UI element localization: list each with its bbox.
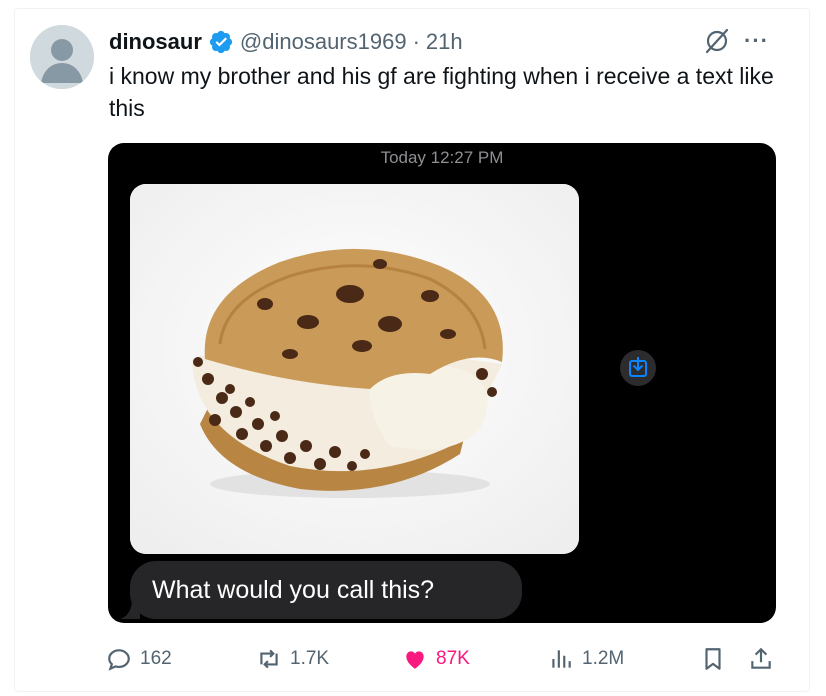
display-name[interactable]: dinosaur xyxy=(109,29,202,55)
timestamp[interactable]: 21h xyxy=(426,29,463,55)
share-icon[interactable] xyxy=(748,646,774,672)
reply-button[interactable]: 162 xyxy=(106,642,172,676)
more-icon[interactable]: ··· xyxy=(744,28,774,53)
repost-count: 1.7K xyxy=(290,648,330,669)
save-to-photos-button[interactable] xyxy=(620,350,656,386)
reply-count: 162 xyxy=(140,648,172,669)
grok-icon[interactable] xyxy=(702,26,732,56)
views-icon xyxy=(552,650,571,668)
repost-button[interactable]: 1.7K xyxy=(256,642,329,676)
bookmark-icon[interactable] xyxy=(700,646,726,672)
message-bubble: What would you call this? xyxy=(130,561,522,619)
separator: · xyxy=(412,29,420,54)
like-icon xyxy=(406,651,424,669)
tweet-text: i know my brother and his gf are fightin… xyxy=(109,63,774,121)
tweet-header: dinosaur @dinosaurs1969 · 21h xyxy=(109,26,463,58)
avatar[interactable] xyxy=(30,25,94,89)
message-timestamp: Today 12:27 PM xyxy=(380,148,504,167)
like-count: 87K xyxy=(436,648,470,669)
repost-icon xyxy=(260,649,278,669)
action-bar: 162 1.7K 87K 1.2M xyxy=(106,642,786,676)
reply-icon xyxy=(108,649,130,671)
handle[interactable]: @dinosaurs1969 xyxy=(240,29,407,55)
cookie-sandwich-image xyxy=(130,184,579,554)
views-button[interactable]: 1.2M xyxy=(548,642,624,676)
verified-badge-icon xyxy=(209,30,233,54)
like-button[interactable]: 87K xyxy=(402,642,470,676)
save-to-photos-icon xyxy=(629,357,647,377)
message-photo[interactable] xyxy=(130,184,579,554)
tweet-media[interactable]: Today 12:27 PM What would you call this? xyxy=(108,143,776,623)
views-count: 1.2M xyxy=(582,648,625,669)
